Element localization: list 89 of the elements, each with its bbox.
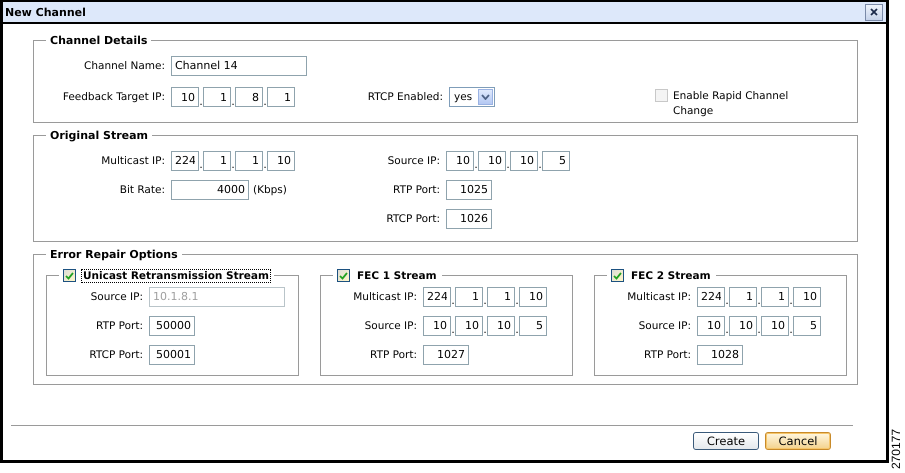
group-title: Channel Details <box>49 34 148 47</box>
window-title: New Channel <box>5 6 86 18</box>
ip-octet-field[interactable]: 1 <box>455 286 483 306</box>
field-label: Multicast IP: <box>626 290 692 302</box>
ip-dot: . <box>725 323 729 338</box>
rtcp-select[interactable]: yes <box>449 87 495 107</box>
ip-octet-field[interactable]: 5 <box>542 150 570 170</box>
ip-octet-field[interactable]: 1 <box>235 150 263 170</box>
ip-octet-field[interactable]: 1 <box>729 286 757 306</box>
field-label: Source IP: <box>364 320 418 332</box>
ip-octet-field[interactable]: 8 <box>235 87 263 107</box>
checkbox-label: Enable Rapid Channel Change <box>673 89 790 119</box>
port-field[interactable]: 1028 <box>697 344 743 364</box>
ip-dot: . <box>231 94 235 110</box>
ip-octet-field[interactable]: 10 <box>761 316 789 336</box>
field-label: RTP Port: <box>643 348 692 360</box>
stream-title: FEC 2 Stream <box>630 270 712 282</box>
ip-octet-field[interactable]: 10 <box>487 316 515 336</box>
ip-dot: . <box>263 94 267 110</box>
ip-octet-field[interactable]: 1 <box>203 87 231 107</box>
checkbox[interactable] <box>337 269 350 282</box>
ip-dot: . <box>483 323 487 338</box>
figure-number: 270177 <box>889 428 903 469</box>
ip-octet-field[interactable]: 10 <box>510 150 538 170</box>
field-label: RTCP Port: <box>88 348 144 360</box>
ip-octet-field[interactable]: 1 <box>761 286 789 306</box>
checkbox[interactable] <box>63 269 76 282</box>
ip-dot: . <box>789 294 793 309</box>
ip-octet-field[interactable]: 5 <box>793 316 821 336</box>
field-label: Source IP: <box>386 154 441 166</box>
field-label: Feedback Target IP: <box>62 91 166 103</box>
group-title: Original Stream <box>49 129 149 142</box>
dialog-button[interactable]: Create <box>693 432 759 450</box>
ip-octet-field[interactable]: 1 <box>487 286 515 306</box>
ip-dot: . <box>451 294 455 309</box>
ip-octet-field[interactable]: 1 <box>203 150 231 170</box>
ip-dot: . <box>451 323 455 338</box>
port-field[interactable]: 1027 <box>423 344 469 364</box>
ip-dot: . <box>538 158 542 173</box>
stream-title: Unicast Retransmission Stream <box>82 270 270 282</box>
ip-dot: . <box>231 158 235 173</box>
ip-octet-field[interactable]: 10 <box>478 150 506 170</box>
field-label: Bit Rate: <box>118 184 166 196</box>
ip-dot: . <box>263 158 267 173</box>
ip-octet-field[interactable]: 10 <box>267 150 295 170</box>
stream-title: FEC 1 Stream <box>356 270 438 282</box>
field-label: RTP Port: <box>392 184 441 196</box>
ip-dot: . <box>483 294 487 309</box>
ip-octet-field[interactable]: 10 <box>793 286 821 306</box>
ip-dot: . <box>474 158 478 173</box>
ip-dot: . <box>789 323 793 338</box>
group-title: Error Repair Options <box>49 248 179 261</box>
close-button[interactable] <box>865 4 883 20</box>
ip-dot: . <box>506 158 510 173</box>
ip-dot: . <box>199 158 203 173</box>
port-field[interactable]: 1026 <box>446 208 492 228</box>
ip-dot: . <box>757 323 761 338</box>
ip-octet-field[interactable]: 1 <box>267 87 295 107</box>
ip-octet-field[interactable]: 10 <box>729 316 757 336</box>
field-label: Channel Name: <box>83 60 166 72</box>
field-label: Multicast IP: <box>100 154 166 166</box>
ip-dot: . <box>515 294 519 309</box>
checkbox[interactable] <box>611 269 624 282</box>
field-label: RTP Port: <box>369 348 418 360</box>
field-label: RTCP Port: <box>385 212 441 224</box>
ip-octet-field[interactable]: 10 <box>171 87 199 107</box>
ip-octet-field[interactable]: 10 <box>455 316 483 336</box>
ip-dot: . <box>515 323 519 338</box>
ip-octet-field[interactable]: 10 <box>519 286 547 306</box>
ip-dot: . <box>725 294 729 309</box>
close-icon <box>870 8 878 16</box>
ip-octet-field[interactable]: 5 <box>519 316 547 336</box>
text-field[interactable]: Channel 14 <box>171 56 307 76</box>
bit-rate-field[interactable]: 4000 <box>171 180 249 200</box>
ip-dot: . <box>199 94 203 110</box>
ip-octet-field[interactable]: 10 <box>423 316 451 336</box>
port-field[interactable]: 50001 <box>149 344 195 364</box>
field-label: Source IP: <box>90 290 144 302</box>
field-label: Multicast IP: <box>352 290 418 302</box>
dialog-button[interactable]: Cancel <box>765 432 831 450</box>
port-field[interactable]: 1025 <box>446 180 492 200</box>
ip-dot: . <box>757 294 761 309</box>
field-label: RTP Port: <box>95 320 144 332</box>
field-label: RTCP Enabled: <box>366 91 444 103</box>
ip-octet-field[interactable]: 10 <box>697 316 725 336</box>
unit-label: (Kbps) <box>253 184 287 196</box>
ip-octet-field[interactable]: 10 <box>446 150 474 170</box>
port-field[interactable]: 50000 <box>149 316 195 336</box>
field-label: Source IP: <box>638 320 692 332</box>
